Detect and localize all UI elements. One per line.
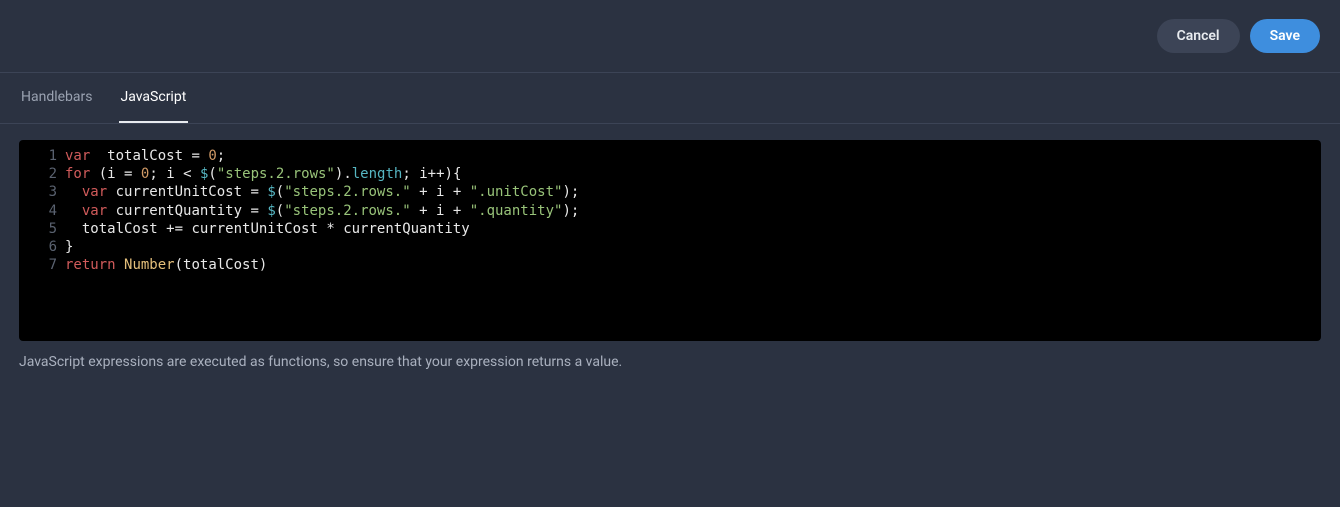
line-number: 3 <box>19 183 65 201</box>
line-number: 2 <box>19 165 65 183</box>
line-content: var totalCost = 0; <box>65 147 1321 165</box>
cancel-button[interactable]: Cancel <box>1157 19 1240 53</box>
code-line: 4 var currentQuantity = $("steps.2.rows.… <box>19 202 1321 220</box>
tabs-bar: Handlebars JavaScript <box>0 73 1340 124</box>
code-editor[interactable]: 1 var totalCost = 0; 2 for (i = 0; i < $… <box>19 140 1321 341</box>
code-line: 3 var currentUnitCost = $("steps.2.rows.… <box>19 183 1321 201</box>
line-number: 4 <box>19 202 65 220</box>
content-area: 1 var totalCost = 0; 2 for (i = 0; i < $… <box>0 124 1340 370</box>
line-content: for (i = 0; i < $("steps.2.rows").length… <box>65 165 1321 183</box>
save-button[interactable]: Save <box>1250 19 1320 53</box>
help-text: JavaScript expressions are executed as f… <box>19 354 1321 370</box>
code-line: 2 for (i = 0; i < $("steps.2.rows").leng… <box>19 165 1321 183</box>
line-number: 5 <box>19 220 65 238</box>
line-number: 1 <box>19 147 65 165</box>
header-toolbar: Cancel Save <box>0 0 1340 73</box>
code-line: 7 return Number(totalCost) <box>19 256 1321 274</box>
line-number: 6 <box>19 238 65 256</box>
line-content: } <box>65 238 1321 256</box>
tab-javascript[interactable]: JavaScript <box>119 73 189 123</box>
code-line: 6 } <box>19 238 1321 256</box>
line-content: return Number(totalCost) <box>65 256 1321 274</box>
tab-handlebars[interactable]: Handlebars <box>19 73 95 123</box>
code-line: 1 var totalCost = 0; <box>19 147 1321 165</box>
line-content: var currentQuantity = $("steps.2.rows." … <box>65 202 1321 220</box>
line-number: 7 <box>19 256 65 274</box>
code-line: 5 totalCost += currentUnitCost * current… <box>19 220 1321 238</box>
line-content: totalCost += currentUnitCost * currentQu… <box>65 220 1321 238</box>
line-content: var currentUnitCost = $("steps.2.rows." … <box>65 183 1321 201</box>
